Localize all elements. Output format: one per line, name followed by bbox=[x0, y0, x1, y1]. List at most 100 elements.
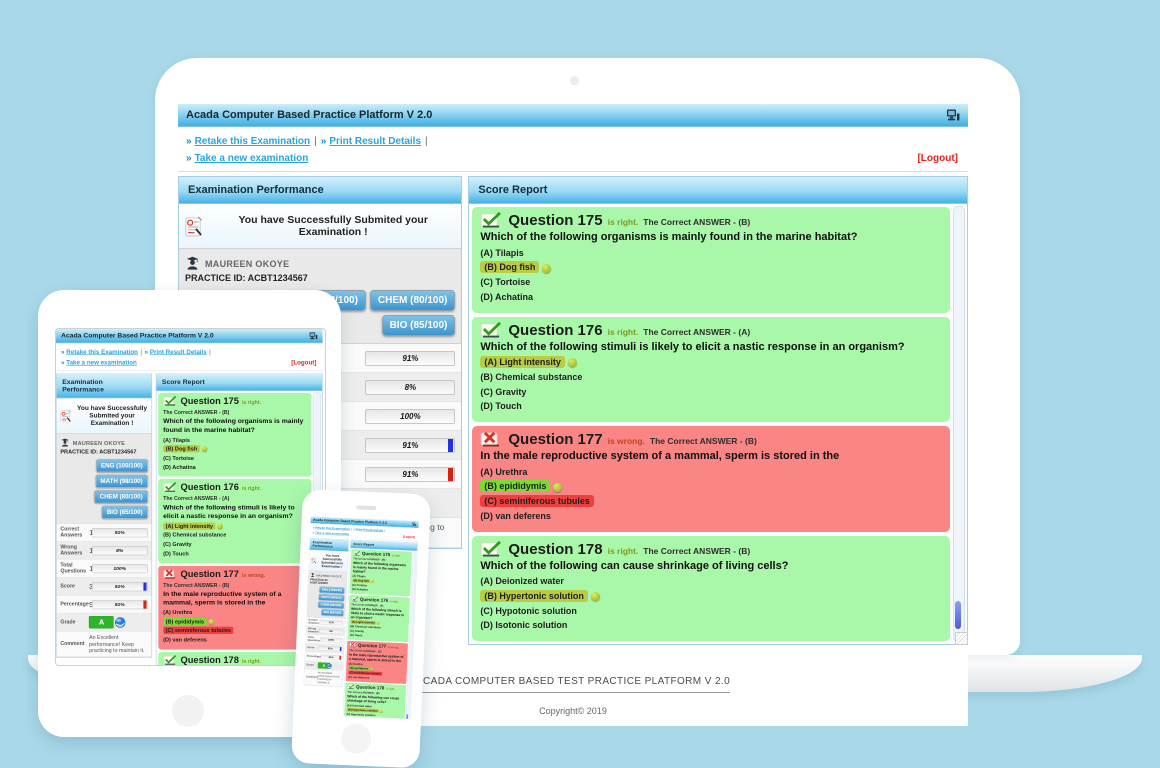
bullet-icon: » bbox=[312, 531, 314, 534]
practice-id-label: PRACTICE ID: bbox=[185, 273, 246, 283]
bullet-icon: » bbox=[145, 349, 148, 356]
bullet-icon: » bbox=[186, 153, 192, 164]
scrollbar-track[interactable] bbox=[953, 206, 965, 642]
correct-answer-label: The Correct ANSWER - (A) bbox=[643, 327, 750, 338]
correct-answer-label: The Correct ANSWER - (B) bbox=[643, 217, 750, 228]
stat-row-score: Score 366/400 91% bbox=[57, 578, 152, 596]
option-label: (A) Tilapis bbox=[352, 574, 365, 578]
resize-grip-icon[interactable] bbox=[955, 632, 968, 645]
thumbs-up-icon bbox=[568, 358, 577, 367]
question-text: Which of the following organisms is main… bbox=[353, 561, 409, 576]
computer-icon bbox=[412, 522, 416, 526]
progress-bar-label: 91% bbox=[366, 439, 454, 452]
subject-button-eng[interactable]: ENG (100/100) bbox=[319, 586, 344, 593]
subject-button-chem[interactable]: CHEM (80/100) bbox=[370, 290, 455, 311]
examination-performance-body: You have Successfully Submited your Exam… bbox=[304, 550, 348, 686]
panels-row: Examination Performance You have Success… bbox=[56, 371, 323, 666]
practice-id-line: PRACTICE ID: ACBT1234567 bbox=[60, 449, 147, 455]
option-label: (C) Hypotonic solution bbox=[480, 606, 577, 616]
answer-option: (A) Light intensity bbox=[480, 357, 942, 369]
link-take-new-examination[interactable]: Take a new examination bbox=[66, 359, 137, 366]
question-block-177: Question 177 is wrong. The Correct ANSWE… bbox=[158, 566, 311, 650]
examination-performance-header: Examination Performance bbox=[57, 374, 152, 398]
nav-line-1: »Retake this Examination|»Print Result D… bbox=[61, 346, 318, 357]
stat-row-grade: Grade A bbox=[57, 614, 152, 632]
subject-button-eng[interactable]: ENG (100/100) bbox=[96, 459, 148, 472]
option-label: (A) Tilapis bbox=[163, 437, 190, 443]
scrollbar-thumb[interactable] bbox=[955, 601, 961, 629]
subject-button-math[interactable]: MATH (98/100) bbox=[319, 594, 345, 601]
answer-option: (A) Tilapis bbox=[480, 248, 942, 260]
question-verdict: is wrong. bbox=[242, 572, 265, 579]
question-block-177: Question 177 is wrong. The Correct ANSWE… bbox=[472, 426, 950, 532]
logout-link[interactable]: [Logout] bbox=[403, 535, 415, 539]
logout-link[interactable]: [Logout] bbox=[917, 153, 958, 164]
stat-row-comment: Comment An Excellent performance! Keep p… bbox=[304, 669, 343, 686]
subject-button-math[interactable]: MATH (98/100) bbox=[95, 475, 147, 488]
link-take-new-examination[interactable]: Take a new examination bbox=[315, 531, 349, 536]
progress-bar-label: 8% bbox=[366, 381, 454, 394]
logout-link[interactable]: [Logout] bbox=[291, 359, 316, 366]
practice-id-value: ACBT1234567 bbox=[248, 273, 308, 283]
link-take-new-examination[interactable]: Take a new examination bbox=[195, 153, 309, 164]
link-print-result-details[interactable]: Print Result Details bbox=[150, 349, 207, 356]
globe-cell bbox=[93, 618, 148, 626]
nav-line-1: »Retake this Examination|»Print Result D… bbox=[186, 132, 960, 149]
question-number: Question 176 bbox=[180, 483, 238, 492]
option-label: (A) Tilapis bbox=[480, 248, 523, 258]
app-title-bar: Acada Computer Based Practice Platform V… bbox=[178, 104, 968, 127]
score-report-header: Score Report bbox=[469, 177, 967, 204]
link-print-result-details[interactable]: Print Result Details bbox=[329, 136, 421, 147]
thumbs-up-icon bbox=[553, 483, 562, 492]
bullet-icon: » bbox=[321, 136, 327, 147]
question-number: Question 176 bbox=[360, 597, 388, 603]
answer-option: (A) Light intensity bbox=[163, 523, 306, 530]
home-button[interactable] bbox=[341, 723, 372, 754]
phone-screen: Acada Computer Based Practice Platform V… bbox=[302, 516, 421, 719]
option-label: (A) Urethra bbox=[349, 662, 363, 666]
answer-option: (B) Chemical substance bbox=[163, 532, 306, 539]
stats-table: Correct Answers 165 91% Wrong Answers 15 bbox=[57, 524, 152, 657]
home-button[interactable] bbox=[172, 695, 204, 727]
speaker-icon bbox=[356, 505, 376, 510]
correct-answer-label: The Correct ANSWER - (B) bbox=[163, 409, 229, 416]
correct-icon bbox=[480, 211, 503, 228]
nav-bar: »Retake this Examination|»Print Result D… bbox=[178, 127, 968, 169]
progress-bar: 91% bbox=[365, 467, 455, 482]
stat-label: Correct Answers bbox=[308, 618, 320, 624]
correct-icon bbox=[348, 684, 355, 689]
question-text: Which of the following stimuli is likely… bbox=[163, 504, 306, 521]
exam-report-icon bbox=[311, 557, 317, 564]
subject-button-chem[interactable]: CHEM (80/100) bbox=[95, 490, 148, 503]
question-head: Question 175 is right. The Correct ANSWE… bbox=[480, 211, 942, 228]
stat-row-percentage: Percentage 91% 91% bbox=[57, 596, 152, 614]
link-print-result-details[interactable]: Print Result Details bbox=[356, 528, 384, 532]
question-number: Question 175 bbox=[362, 551, 390, 557]
link-retake-examination[interactable]: Retake this Examination bbox=[66, 349, 138, 356]
progress-bar: 91% bbox=[92, 528, 148, 537]
subject-button-chem[interactable]: CHEM (80/100) bbox=[318, 601, 344, 608]
correct-icon bbox=[353, 550, 360, 555]
option-label: (C) Tortoise bbox=[352, 583, 367, 587]
user-name: MAUREEN OKOYE bbox=[316, 574, 341, 578]
option-label: (C) Gravity bbox=[163, 541, 192, 547]
correct-answer-label: The Correct ANSWER - (B) bbox=[163, 582, 229, 589]
thumbs-up-icon bbox=[217, 524, 223, 530]
subject-button-bio[interactable]: BIO (85/100) bbox=[382, 315, 456, 336]
option-label: (C) seminiferous tubules bbox=[480, 495, 594, 507]
camera-icon bbox=[570, 76, 579, 85]
progress-bar: 91% bbox=[319, 646, 342, 652]
user-name: MAUREEN OKOYE bbox=[73, 440, 125, 446]
question-verdict: is wrong. bbox=[388, 646, 399, 650]
link-retake-examination[interactable]: Retake this Examination bbox=[195, 136, 311, 147]
scrollbar-thumb[interactable] bbox=[406, 714, 408, 719]
question-block-175: Question 175 is right. The Correct ANSWE… bbox=[472, 207, 950, 313]
progress-bar: 91% bbox=[320, 654, 341, 659]
question-number: Question 178 bbox=[508, 542, 602, 557]
subject-button-bio[interactable]: BIO (85/100) bbox=[321, 609, 343, 616]
progress-bar: 91% bbox=[92, 582, 148, 591]
nav-line-2: »Take a new examination bbox=[61, 357, 318, 368]
practice-id-value: ACBT1234567 bbox=[310, 581, 328, 585]
question-head: Question 178 is right. The Correct ANSWE… bbox=[163, 654, 306, 666]
subject-button-bio[interactable]: BIO (85/100) bbox=[102, 506, 148, 519]
